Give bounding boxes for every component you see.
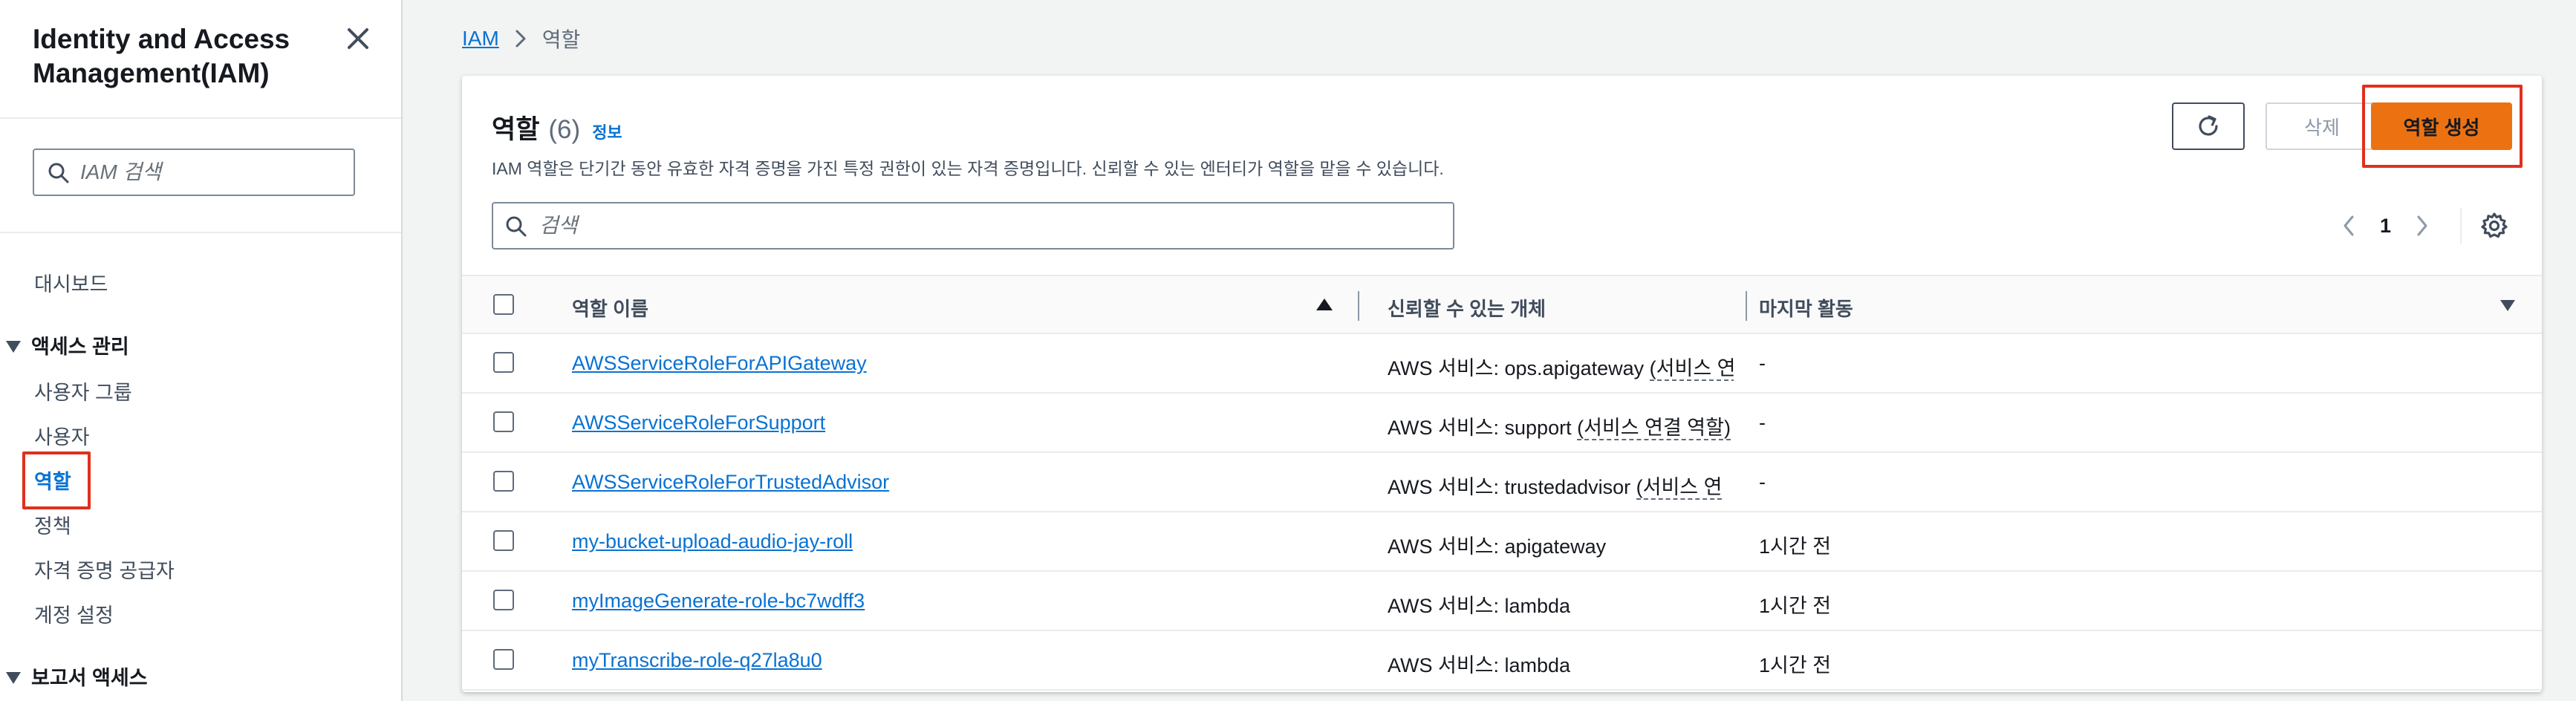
sidebar: Identity and Access Management(IAM) 대시보드… xyxy=(0,0,403,701)
role-name-link[interactable]: AWSServiceRoleForSupport xyxy=(572,411,825,434)
row-checkbox[interactable] xyxy=(493,530,514,551)
role-name-link[interactable]: AWSServiceRoleForTrustedAdvisor xyxy=(572,471,889,494)
info-link[interactable]: 정보 xyxy=(592,120,622,143)
last-activity: - xyxy=(1759,471,1766,493)
row-checkbox[interactable] xyxy=(493,590,514,610)
trusted-entity: AWS 서비스: apigateway xyxy=(1388,535,1607,558)
caret-down-icon xyxy=(6,341,21,353)
sidebar-section-label: 액세스 관리 xyxy=(31,336,129,358)
sidebar-section-access-management[interactable]: 액세스 관리 xyxy=(6,334,129,359)
trusted-entity: AWS 서비스: lambda xyxy=(1388,654,1571,676)
trusted-entity-text: AWS 서비스: trustedadvisor xyxy=(1388,476,1636,498)
breadcrumb-root-link[interactable]: IAM xyxy=(462,27,499,50)
role-name-link[interactable]: my-bucket-upload-audio-jay-roll xyxy=(572,530,853,553)
column-resizer[interactable] xyxy=(1358,291,1359,321)
caret-down-icon xyxy=(6,672,21,684)
pagination: 1 xyxy=(2341,211,2430,241)
table-header: 역할 이름 신뢰할 수 있는 개체 마지막 활동 xyxy=(462,275,2542,334)
chevron-right-icon[interactable] xyxy=(2415,214,2430,238)
trusted-entity-text: AWS 서비스: support xyxy=(1388,417,1578,439)
panel-description: IAM 역할은 단기간 동안 유효한 자격 증명을 가진 특정 권한이 있는 자… xyxy=(492,159,1444,178)
breadcrumb-current: 역할 xyxy=(541,28,581,51)
refresh-icon xyxy=(2199,115,2218,136)
close-icon[interactable] xyxy=(343,24,373,53)
last-activity: - xyxy=(1759,411,1766,434)
row-checkbox[interactable] xyxy=(493,649,514,670)
sidebar-section-access-reports[interactable]: 보고서 액세스 xyxy=(6,665,148,691)
service-linked-role-label[interactable]: (서비스 연결 역할) xyxy=(1577,417,1731,440)
caret-down-icon[interactable] xyxy=(2500,300,2515,311)
highlight-box xyxy=(2362,85,2523,168)
trusted-entity: AWS 서비스: trustedadvisor (서비스 연 xyxy=(1388,471,1734,500)
trusted-entity-text: AWS 서비스: ops.apigateway xyxy=(1388,357,1650,379)
last-activity: 1시간 전 xyxy=(1759,654,1832,676)
table-row: AWSServiceRoleForTrustedAdvisor AWS 서비스:… xyxy=(462,453,2542,512)
column-header-role-name[interactable]: 역할 이름 xyxy=(572,294,648,322)
sidebar-title: Identity and Access Management(IAM) xyxy=(33,24,290,88)
table-row: myImageGenerate-role-bc7wdff3 AWS 서비스: l… xyxy=(462,572,2542,631)
row-checkbox[interactable] xyxy=(493,352,514,373)
highlight-box xyxy=(22,451,91,509)
row-checkbox[interactable] xyxy=(493,411,514,432)
roles-panel: 역할 (6) 정보 IAM 역할은 단기간 동안 유효한 자격 증명을 가진 특… xyxy=(462,76,2542,692)
table-search[interactable] xyxy=(492,202,1454,250)
table-row: AWSServiceRoleForAPIGateway AWS 서비스: ops… xyxy=(462,334,2542,394)
column-resizer[interactable] xyxy=(1746,291,1747,321)
sidebar-divider xyxy=(0,232,401,233)
chevron-left-icon[interactable] xyxy=(2341,214,2356,238)
row-checkbox[interactable] xyxy=(493,471,514,492)
sidebar-item-users[interactable]: 사용자 xyxy=(34,425,90,450)
service-linked-role-label[interactable]: (서비스 연 xyxy=(1649,357,1734,381)
sort-ascending-icon[interactable] xyxy=(1316,299,1333,310)
settings-icon[interactable] xyxy=(2479,211,2509,241)
breadcrumb: IAM 역할 xyxy=(462,24,580,53)
last-activity: 1시간 전 xyxy=(1759,595,1832,617)
select-all-checkbox[interactable] xyxy=(493,294,514,315)
divider xyxy=(2460,208,2462,244)
sidebar-item-policies[interactable]: 정책 xyxy=(34,514,71,539)
service-linked-role-label[interactable]: (서비스 연 xyxy=(1636,476,1723,500)
last-activity: - xyxy=(1759,352,1766,374)
search-icon xyxy=(506,216,527,237)
refresh-button[interactable] xyxy=(2172,102,2245,150)
roles-table: 역할 이름 신뢰할 수 있는 개체 마지막 활동 AWSServiceRoleF… xyxy=(462,275,2542,691)
chevron-right-icon xyxy=(515,30,526,48)
sidebar-item-identity-providers[interactable]: 자격 증명 공급자 xyxy=(34,558,175,584)
trusted-entity: AWS 서비스: support (서비스 연결 역할) xyxy=(1388,411,1734,440)
search-icon xyxy=(48,163,69,183)
trusted-entity: AWS 서비스: lambda xyxy=(1388,595,1571,617)
role-name-link[interactable]: myImageGenerate-role-bc7wdff3 xyxy=(572,590,865,613)
table-row: AWSServiceRoleForSupport AWS 서비스: suppor… xyxy=(462,394,2542,453)
panel-title: 역할 xyxy=(492,115,540,144)
page-title: 역할 (6) 정보 xyxy=(492,108,622,146)
table-row: myTranscribe-role-q27la8u0 AWS 서비스: lamb… xyxy=(462,631,2542,691)
role-count: (6) xyxy=(548,115,581,144)
sidebar-item-user-groups[interactable]: 사용자 그룹 xyxy=(34,380,132,405)
sidebar-divider xyxy=(0,117,401,119)
table-row: my-bucket-upload-audio-jay-roll AWS 서비스:… xyxy=(462,512,2542,572)
sidebar-item-account-settings[interactable]: 계정 설정 xyxy=(34,603,114,628)
role-name-link[interactable]: AWSServiceRoleForAPIGateway xyxy=(572,352,867,375)
last-activity: 1시간 전 xyxy=(1759,535,1832,558)
column-header-trusted-entity[interactable]: 신뢰할 수 있는 개체 xyxy=(1388,294,1546,322)
page-number[interactable]: 1 xyxy=(2380,215,2391,238)
sidebar-item-dashboard[interactable]: 대시보드 xyxy=(34,272,108,297)
sidebar-search[interactable] xyxy=(33,149,355,196)
role-name-link[interactable]: myTranscribe-role-q27la8u0 xyxy=(572,649,822,672)
column-header-last-activity[interactable]: 마지막 활동 xyxy=(1759,294,1853,322)
sidebar-section-label: 보고서 액세스 xyxy=(31,667,148,689)
trusted-entity: AWS 서비스: ops.apigateway (서비스 연 xyxy=(1388,352,1734,381)
sidebar-search-input[interactable] xyxy=(80,157,348,187)
search-input[interactable] xyxy=(539,211,1431,241)
